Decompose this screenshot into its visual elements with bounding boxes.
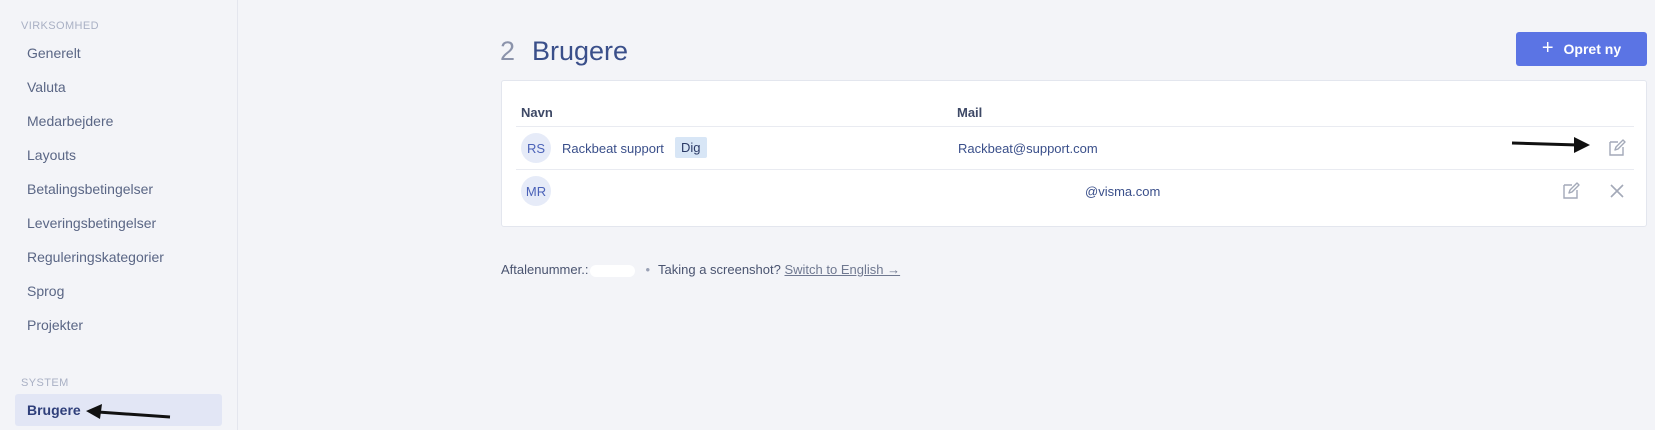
table-row: MR @visma.com — [516, 169, 1634, 212]
screenshot-text: Taking a screenshot? — [658, 262, 781, 277]
redacted-name — [566, 182, 676, 200]
user-mail: Rackbeat@support.com — [958, 141, 1098, 156]
sidebar-item-projekter[interactable]: Projekter — [15, 309, 222, 341]
sidebar-item-label: Medarbejdere — [27, 113, 114, 129]
sidebar-item-sprog[interactable]: Sprog — [15, 275, 222, 307]
create-new-label: Opret ny — [1563, 41, 1622, 57]
sidebar-item-medarbejdere[interactable]: Medarbejdere — [15, 105, 222, 137]
sidebar-item-label: Layouts — [27, 147, 77, 163]
sidebar-item-label: Brugere — [27, 402, 81, 418]
edit-icon — [1609, 139, 1626, 156]
page-title: Brugere — [532, 36, 629, 66]
sidebar-item-label: Projekter — [27, 317, 84, 333]
edit-user-button[interactable] — [1560, 180, 1582, 202]
section-label-system: SYSTEM — [21, 377, 69, 389]
section-label-company: VIRKSOMHED — [21, 20, 99, 32]
edit-icon — [1563, 182, 1580, 199]
current-user-badge: Dig — [675, 137, 707, 158]
column-header-mail: Mail — [957, 105, 983, 120]
column-header-name: Navn — [521, 105, 553, 120]
edit-user-button[interactable] — [1606, 137, 1628, 159]
user-name: Rackbeat support — [562, 141, 664, 156]
annotation-arrow-right-icon — [1511, 137, 1590, 153]
sidebar-item-leveringsbetingelser[interactable]: Leveringsbetingelser — [15, 207, 222, 239]
table-row: RS Rackbeat support Dig Rackbeat@support… — [516, 126, 1634, 169]
avatar: MR — [521, 176, 551, 206]
agreement-label: Aftalenummer.: — [501, 262, 589, 277]
sidebar-item-label: Sprog — [27, 283, 65, 299]
agreement-number-redacted — [590, 264, 636, 277]
sidebar-item-label: Leveringsbetingelser — [27, 215, 157, 231]
footer: Aftalenummer.: • Taking a screenshot? Swit… — [501, 262, 900, 277]
sidebar-item-label: Generelt — [27, 45, 81, 61]
sidebar-item-valuta[interactable]: Valuta — [15, 71, 222, 103]
create-new-button[interactable]: + Opret ny — [1516, 32, 1647, 66]
user-count: 2 — [500, 36, 516, 66]
users-table-card: Navn Mail RS Rackbeat support Dig Rackbe… — [501, 80, 1647, 227]
avatar: RS — [521, 133, 551, 163]
delete-user-button[interactable] — [1606, 180, 1628, 202]
sidebar-item-betalingsbetingelser[interactable]: Betalingsbetingelser — [15, 173, 222, 205]
sidebar-item-reguleringskategorier[interactable]: Reguleringskategorier — [15, 241, 222, 273]
redacted-mail-prefix — [956, 182, 1076, 200]
sidebar-item-generelt[interactable]: Generelt — [15, 37, 222, 69]
user-mail: @visma.com — [1085, 184, 1161, 199]
sidebar-item-label: Valuta — [27, 79, 66, 95]
sidebar-item-layouts[interactable]: Layouts — [15, 139, 222, 171]
sidebar-item-label: Reguleringskategorier — [27, 249, 164, 265]
footer-separator: • — [645, 262, 650, 277]
switch-to-english-link[interactable]: Switch to English → — [784, 262, 900, 277]
sidebar-item-label: Betalingsbetingelser — [27, 181, 154, 197]
close-icon — [1610, 184, 1624, 198]
annotation-arrow-left-icon — [86, 404, 171, 419]
settings-sidebar: VIRKSOMHED Generelt Valuta Medarbejdere … — [0, 0, 238, 430]
plus-icon: + — [1541, 37, 1554, 59]
